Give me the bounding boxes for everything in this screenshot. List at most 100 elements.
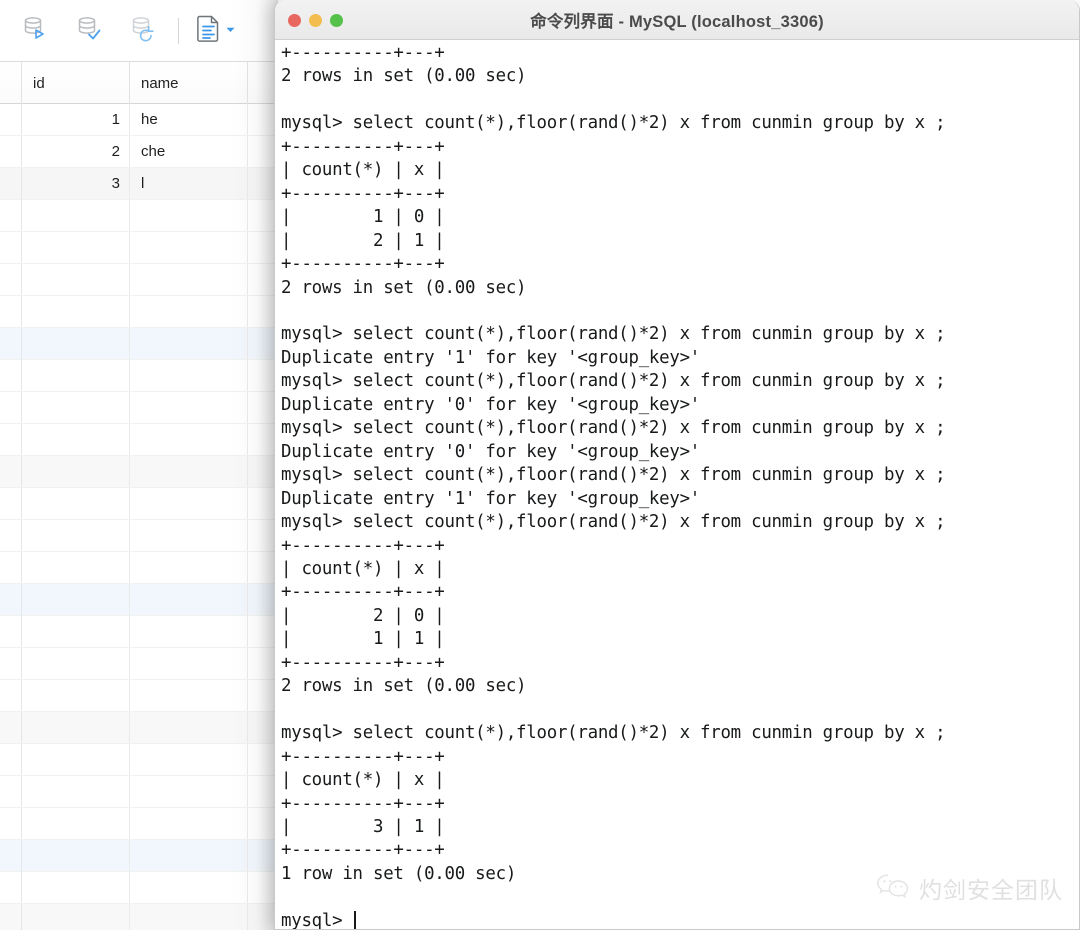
row-selector-cell[interactable] (0, 776, 22, 807)
grid-header-name[interactable]: name (130, 62, 248, 104)
table-row[interactable] (0, 776, 278, 808)
cell-name[interactable] (130, 488, 248, 519)
cell-id[interactable]: 2 (22, 136, 130, 167)
table-row[interactable] (0, 264, 278, 296)
cell-name[interactable] (130, 904, 248, 930)
window-titlebar[interactable]: 命令列界面 - MySQL (localhost_3306) (275, 0, 1079, 40)
cell-id[interactable] (22, 872, 130, 903)
cell-id[interactable] (22, 424, 130, 455)
table-row[interactable] (0, 488, 278, 520)
row-selector-cell[interactable] (0, 744, 22, 775)
cell-id[interactable] (22, 232, 130, 263)
table-row[interactable] (0, 456, 278, 488)
cell-name[interactable] (130, 392, 248, 423)
row-selector-cell[interactable] (0, 904, 22, 930)
database-commit-button[interactable] (62, 9, 116, 53)
table-row[interactable] (0, 840, 278, 872)
cell-name[interactable] (130, 584, 248, 615)
cell-name[interactable] (130, 744, 248, 775)
cell-name[interactable] (130, 808, 248, 839)
grid-header-id[interactable]: id (22, 62, 130, 104)
table-row[interactable] (0, 200, 278, 232)
cell-name[interactable] (130, 776, 248, 807)
row-selector-cell[interactable] (0, 168, 22, 199)
row-selector-cell[interactable] (0, 264, 22, 295)
cell-name[interactable] (130, 200, 248, 231)
cell-id[interactable] (22, 616, 130, 647)
cell-name[interactable] (130, 360, 248, 391)
table-row[interactable] (0, 680, 278, 712)
cell-name[interactable] (130, 328, 248, 359)
cell-name[interactable] (130, 840, 248, 871)
row-selector-cell[interactable] (0, 584, 22, 615)
row-selector-cell[interactable] (0, 872, 22, 903)
cell-name[interactable] (130, 552, 248, 583)
row-selector-cell[interactable] (0, 456, 22, 487)
cell-name[interactable] (130, 712, 248, 743)
cell-id[interactable]: 1 (22, 104, 130, 135)
cell-id[interactable] (22, 296, 130, 327)
row-selector-cell[interactable] (0, 840, 22, 871)
table-row[interactable] (0, 360, 278, 392)
cell-id[interactable] (22, 360, 130, 391)
cell-name[interactable] (130, 232, 248, 263)
result-grid[interactable]: id name 1 he 2 che 3 l (0, 62, 278, 930)
cell-id[interactable] (22, 648, 130, 679)
table-row[interactable] (0, 872, 278, 904)
row-selector-cell[interactable] (0, 648, 22, 679)
row-selector-cell[interactable] (0, 136, 22, 167)
chevron-down-icon[interactable] (225, 22, 236, 40)
row-selector-cell[interactable] (0, 296, 22, 327)
row-selector-cell[interactable] (0, 232, 22, 263)
table-row[interactable] (0, 552, 278, 584)
table-row[interactable] (0, 328, 278, 360)
cell-id[interactable] (22, 392, 130, 423)
table-row[interactable]: 2 che (0, 136, 278, 168)
cell-id[interactable] (22, 680, 130, 711)
cell-id[interactable] (22, 584, 130, 615)
cell-id[interactable] (22, 712, 130, 743)
terminal-window[interactable]: 命令列界面 - MySQL (localhost_3306) +--------… (274, 0, 1080, 930)
cell-name[interactable] (130, 424, 248, 455)
cell-id[interactable] (22, 200, 130, 231)
cell-id[interactable] (22, 776, 130, 807)
row-selector-cell[interactable] (0, 680, 22, 711)
row-selector-cell[interactable] (0, 424, 22, 455)
database-run-button[interactable] (8, 9, 62, 53)
table-row[interactable] (0, 584, 278, 616)
cell-id[interactable] (22, 744, 130, 775)
cell-id[interactable] (22, 808, 130, 839)
cell-id[interactable] (22, 328, 130, 359)
row-selector-cell[interactable] (0, 712, 22, 743)
row-selector-cell[interactable] (0, 392, 22, 423)
table-row[interactable] (0, 744, 278, 776)
cell-name[interactable] (130, 872, 248, 903)
table-row[interactable] (0, 808, 278, 840)
cell-name[interactable] (130, 520, 248, 551)
row-selector-cell[interactable] (0, 328, 22, 359)
zoom-button[interactable] (330, 13, 343, 27)
table-row[interactable] (0, 904, 278, 930)
close-button[interactable] (288, 13, 301, 27)
cell-name[interactable] (130, 680, 248, 711)
row-selector-cell[interactable] (0, 808, 22, 839)
row-selector-cell[interactable] (0, 552, 22, 583)
cell-id[interactable]: 3 (22, 168, 130, 199)
cell-id[interactable] (22, 552, 130, 583)
minimize-button[interactable] (309, 13, 322, 27)
cell-id[interactable] (22, 904, 130, 930)
cell-name[interactable] (130, 456, 248, 487)
cell-id[interactable] (22, 488, 130, 519)
cell-id[interactable] (22, 456, 130, 487)
table-row[interactable]: 1 he (0, 104, 278, 136)
row-selector-cell[interactable] (0, 520, 22, 551)
table-row[interactable] (0, 616, 278, 648)
table-row[interactable]: 3l (0, 168, 278, 200)
row-selector-cell[interactable] (0, 488, 22, 519)
terminal-body[interactable]: +----------+---+ 2 rows in set (0.00 sec… (275, 40, 1079, 929)
cell-id[interactable] (22, 520, 130, 551)
table-row[interactable] (0, 232, 278, 264)
cell-name[interactable]: he (130, 104, 248, 135)
database-rollback-button[interactable] (116, 9, 170, 53)
table-row[interactable] (0, 392, 278, 424)
